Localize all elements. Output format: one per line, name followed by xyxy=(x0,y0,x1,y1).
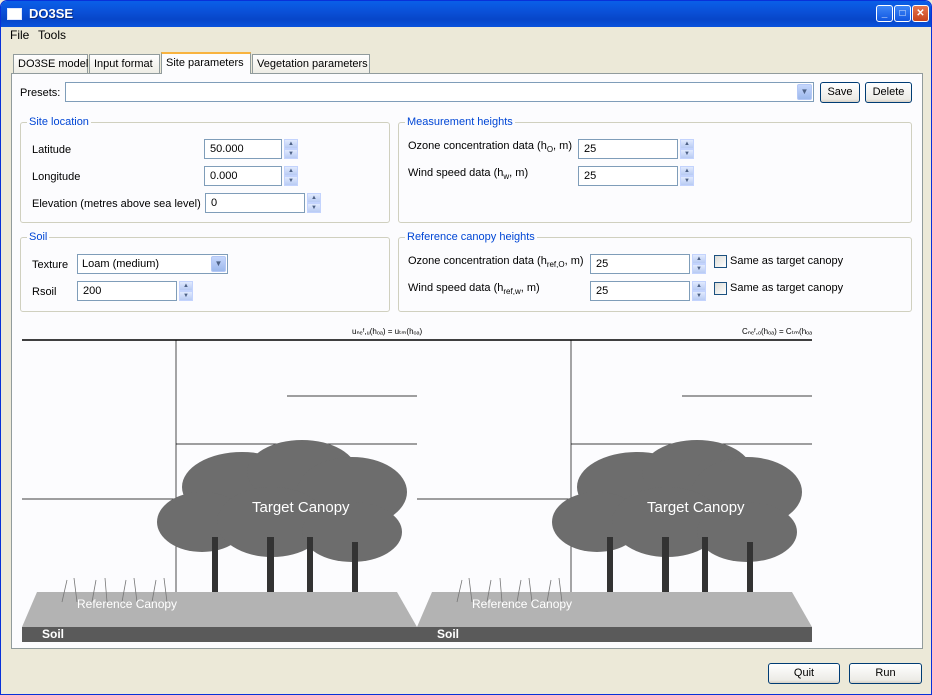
reference-canopy-group: Reference canopy heights Ozone concentra… xyxy=(398,231,912,312)
spin-down-icon[interactable]: ▼ xyxy=(284,176,298,186)
spin-up-icon[interactable]: ▲ xyxy=(284,166,298,176)
elevation-field[interactable]: 0 xyxy=(205,193,305,213)
title-bar: DO3SE _ □ ✕ xyxy=(1,1,931,27)
tab-input-format[interactable]: Input format xyxy=(89,54,160,73)
ref-ozone-height-spinner[interactable]: ▲ ▼ xyxy=(692,254,706,274)
ozone-height-label: Ozone concentration data (hO, m) xyxy=(408,140,572,155)
reference-canopy-label: Reference Canopy xyxy=(472,597,572,611)
app-icon xyxy=(7,8,22,20)
close-button[interactable]: ✕ xyxy=(912,5,929,22)
target-canopy-label: Target Canopy xyxy=(252,499,350,516)
spin-down-icon[interactable]: ▼ xyxy=(680,149,694,159)
same-as-target-wind-label: Same as target canopy xyxy=(730,282,844,294)
window-title: DO3SE xyxy=(29,6,74,21)
measurement-heights-group: Measurement heights Ozone concentration … xyxy=(398,116,912,223)
longitude-label: Longitude xyxy=(32,171,81,183)
rsoil-spinner[interactable]: ▲ ▼ xyxy=(179,281,193,301)
latitude-field[interactable]: 50.000 xyxy=(204,139,282,159)
site-parameters-panel: Presets: ▼ Save Delete Site location Lat… xyxy=(11,73,923,649)
delete-button[interactable]: Delete xyxy=(865,82,912,103)
wind-height-spinner[interactable]: ▲ ▼ xyxy=(680,166,694,186)
chevron-down-icon[interactable]: ▼ xyxy=(211,256,226,272)
wind-height-field[interactable]: 25 xyxy=(578,166,678,186)
app-window: DO3SE _ □ ✕ File Tools DO3SE model Input… xyxy=(0,0,932,695)
left-top-label: uₙₑᶠ,ᵤ(hₒₐ) = uₜₘ(hₒₐ) xyxy=(352,327,423,336)
site-location-title: Site location xyxy=(27,116,91,128)
ref-wind-height-field[interactable]: 25 xyxy=(590,281,690,301)
right-top-label: Cₙₑᶠ,ₒ(hₒₐ) = Cₜₘ(hₒₐ) xyxy=(742,327,812,336)
ozone-height-spinner[interactable]: ▲ ▼ xyxy=(680,139,694,159)
tab-site-parameters[interactable]: Site parameters xyxy=(161,52,251,74)
ozone-height-field[interactable]: 25 xyxy=(578,139,678,159)
latitude-label: Latitude xyxy=(32,144,72,156)
spin-up-icon[interactable]: ▲ xyxy=(692,281,706,291)
measurement-heights-title: Measurement heights xyxy=(405,116,515,128)
ref-wind-height-label: Wind speed data (href,w, m) xyxy=(408,282,540,297)
latitude-spinner[interactable]: ▲ ▼ xyxy=(284,139,298,159)
soil-layer xyxy=(417,627,812,642)
spin-down-icon[interactable]: ▼ xyxy=(680,176,694,186)
left-diagram: Target Canopy Reference Canopy Soil uₙₑᶠ… xyxy=(22,327,423,642)
spin-up-icon[interactable]: ▲ xyxy=(680,139,694,149)
target-canopy-label: Target Canopy xyxy=(647,499,745,516)
spin-down-icon[interactable]: ▼ xyxy=(179,291,193,301)
presets-combo[interactable]: ▼ xyxy=(65,82,814,102)
spin-up-icon[interactable]: ▲ xyxy=(179,281,193,291)
reference-canopy-title: Reference canopy heights xyxy=(405,231,537,243)
ref-wind-height-spinner[interactable]: ▲ ▼ xyxy=(692,281,706,301)
menu-file[interactable]: File xyxy=(10,28,29,42)
same-as-target-ozone-label: Same as target canopy xyxy=(730,255,844,267)
elevation-label: Elevation (metres above sea level) xyxy=(32,198,201,210)
spin-up-icon[interactable]: ▲ xyxy=(284,139,298,149)
ref-ozone-height-label: Ozone concentration data (href,O, m) xyxy=(408,255,584,270)
longitude-field[interactable]: 0.000 xyxy=(204,166,282,186)
ref-ozone-height-field[interactable]: 25 xyxy=(590,254,690,274)
soil-label: Soil xyxy=(437,627,459,641)
elevation-spinner[interactable]: ▲ ▼ xyxy=(307,193,321,213)
spin-down-icon[interactable]: ▼ xyxy=(284,149,298,159)
same-as-target-ozone-checkbox[interactable] xyxy=(714,255,727,268)
run-button[interactable]: Run xyxy=(849,663,922,684)
longitude-spinner[interactable]: ▲ ▼ xyxy=(284,166,298,186)
texture-combo[interactable]: Loam (medium) ▼ xyxy=(77,254,228,274)
menu-tools[interactable]: Tools xyxy=(38,28,66,42)
maximize-button[interactable]: □ xyxy=(894,5,911,22)
chevron-down-icon[interactable]: ▼ xyxy=(797,84,812,100)
spin-down-icon[interactable]: ▼ xyxy=(307,203,321,213)
menu-bar: File Tools xyxy=(1,27,931,43)
presets-label: Presets: xyxy=(20,87,61,99)
texture-value: Loam (medium) xyxy=(82,258,160,270)
wind-height-label: Wind speed data (hw, m) xyxy=(408,167,529,182)
quit-button[interactable]: Quit xyxy=(768,663,840,684)
texture-label: Texture xyxy=(32,259,69,271)
soil-layer xyxy=(22,627,417,642)
canopy-diagram: Target Canopy Reference Canopy Soil uₙₑᶠ… xyxy=(22,327,812,642)
soil-label: Soil xyxy=(42,627,64,641)
spin-up-icon[interactable]: ▲ xyxy=(692,254,706,264)
minimize-button[interactable]: _ xyxy=(876,5,893,22)
site-location-group: Site location Latitude 50.000 ▲ ▼ Longitu… xyxy=(20,116,390,223)
spin-up-icon[interactable]: ▲ xyxy=(307,193,321,203)
right-diagram: Target Canopy Reference Canopy Soil Cₙₑᶠ… xyxy=(417,327,812,642)
spin-down-icon[interactable]: ▼ xyxy=(692,291,706,301)
spin-down-icon[interactable]: ▼ xyxy=(692,264,706,274)
soil-title: Soil xyxy=(27,231,50,243)
target-tree-canopy xyxy=(157,440,407,607)
save-button[interactable]: Save xyxy=(820,82,860,103)
target-tree-canopy xyxy=(552,440,802,607)
tab-vegetation-parameters[interactable]: Vegetation parameters xyxy=(252,54,370,73)
rsoil-label: Rsoil xyxy=(32,286,57,298)
same-as-target-wind-checkbox[interactable] xyxy=(714,282,727,295)
spin-up-icon[interactable]: ▲ xyxy=(680,166,694,176)
tab-do3se-model[interactable]: DO3SE model xyxy=(13,54,88,73)
rsoil-field[interactable]: 200 xyxy=(77,281,177,301)
soil-group: Soil Texture Loam (medium) ▼ Rsoil 200 ▲… xyxy=(20,231,390,312)
reference-canopy-label: Reference Canopy xyxy=(77,597,177,611)
